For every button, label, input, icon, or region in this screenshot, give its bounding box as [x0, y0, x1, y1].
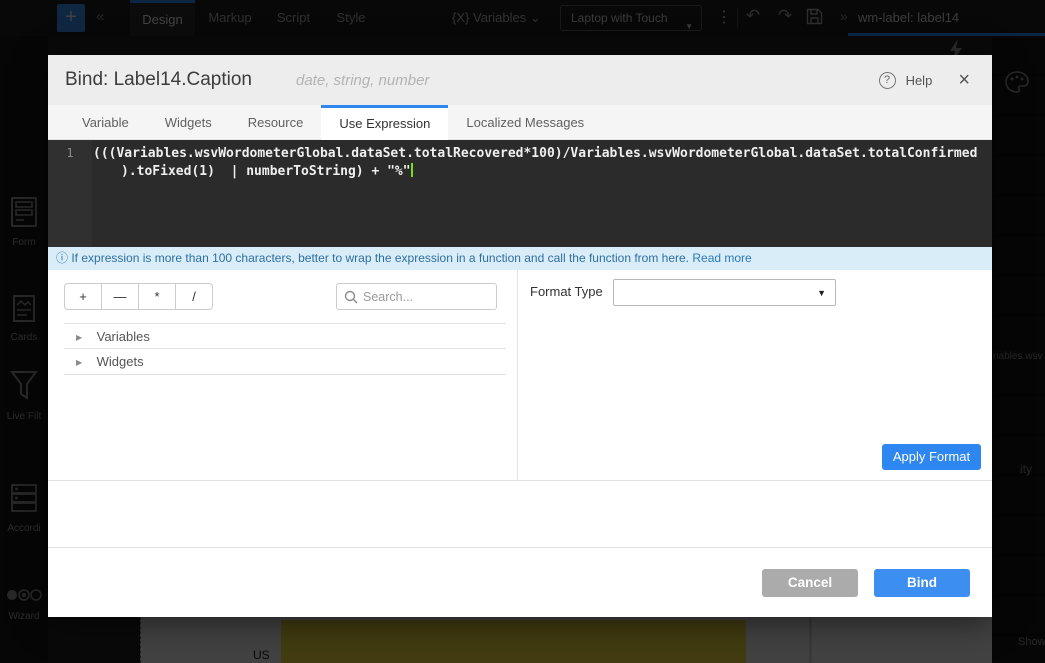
editor-gutter: 1 — [48, 140, 92, 247]
line-number: 1 — [66, 146, 73, 160]
help-icon[interactable]: ? — [879, 72, 896, 89]
bind-body: + — * / ▶ Variables ▶ Widgets — [48, 270, 992, 480]
dialog-title: Bind: Label14.Caption — [65, 69, 252, 91]
bind-dialog: Bind: Label14.Caption date, string, numb… — [48, 55, 992, 617]
bind-tabbar: Variable Widgets Resource Use Expression… — [48, 105, 992, 140]
bind-button[interactable]: Bind — [874, 569, 970, 597]
tab-resource[interactable]: Resource — [230, 105, 322, 140]
dialog-subtitle: date, string, number — [296, 72, 429, 89]
tab-widgets[interactable]: Widgets — [147, 105, 230, 140]
tree-caret-icon[interactable]: ▶ — [76, 350, 82, 376]
body-divider — [48, 480, 992, 481]
cancel-button[interactable]: Cancel — [762, 569, 858, 597]
code-line-2: ).toFixed(1) | numberToString) + "%" — [93, 163, 989, 181]
dialog-header: Bind: Label14.Caption date, string, numb… — [48, 55, 992, 105]
tree-item-widgets[interactable]: ▶ Widgets — [64, 349, 506, 375]
format-pane: Format Type ▼ Apply Format — [519, 270, 992, 480]
help-button[interactable]: Help — [906, 73, 933, 88]
tree-item-variables[interactable]: ▶ Variables — [64, 323, 506, 349]
tree-caret-icon[interactable]: ▶ — [76, 325, 82, 351]
select-caret-icon: ▼ — [817, 288, 826, 298]
close-icon[interactable]: × — [958, 70, 970, 90]
search-input[interactable] — [363, 284, 493, 309]
sources-pane: + — * / ▶ Variables ▶ Widgets — [48, 270, 518, 480]
divide-operator-button[interactable]: / — [175, 283, 213, 310]
format-type-label: Format Type — [530, 284, 603, 299]
read-more-link[interactable]: Read more — [692, 251, 751, 265]
minus-operator-button[interactable]: — — [101, 283, 139, 310]
search-icon — [344, 290, 358, 309]
expression-info-bar: ⓘ If expression is more than 100 charact… — [48, 247, 992, 270]
search-box — [336, 283, 497, 310]
expression-editor[interactable]: 1 (((Variables.wsvWordometerGlobal.dataS… — [48, 140, 992, 247]
info-text: If expression is more than 100 character… — [68, 251, 692, 265]
source-tree: ▶ Variables ▶ Widgets — [48, 323, 518, 375]
tab-use-expression[interactable]: Use Expression — [321, 105, 448, 140]
plus-operator-button[interactable]: + — [64, 283, 102, 310]
text-cursor — [411, 163, 413, 177]
apply-format-button[interactable]: Apply Format — [882, 444, 981, 470]
format-type-select[interactable]: ▼ — [613, 279, 836, 306]
info-icon: ⓘ — [56, 251, 68, 265]
tab-localized-messages[interactable]: Localized Messages — [448, 105, 602, 140]
footer-divider — [48, 547, 992, 548]
multiply-operator-button[interactable]: * — [138, 283, 176, 310]
operator-button-group: + — * / — [64, 283, 213, 310]
code-line-1: (((Variables.wsvWordometerGlobal.dataSet… — [93, 145, 989, 163]
tab-variable[interactable]: Variable — [64, 105, 147, 140]
expression-code[interactable]: (((Variables.wsvWordometerGlobal.dataSet… — [93, 145, 989, 181]
